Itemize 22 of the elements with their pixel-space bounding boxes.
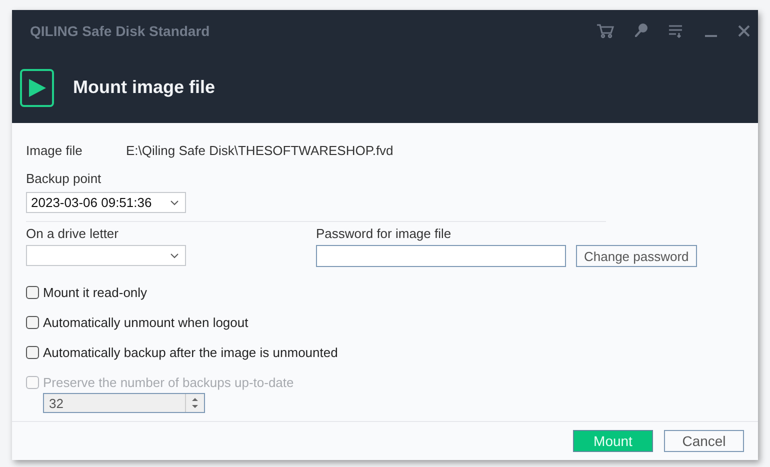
stepper-arrows-icon [190,396,200,410]
field-label: Password for image file [316,226,452,241]
key-icon[interactable] [634,23,648,39]
play-icon [20,68,54,106]
field-label: Backup point [26,171,102,186]
cart-icon[interactable] [596,23,614,39]
checkbox-option[interactable]: Automatically backup after the image is unmounted [26,343,744,361]
checkbox-option[interactable]: Mount it read-only [26,283,744,301]
password-field[interactable] [316,245,566,267]
backup-point-dropdown[interactable]: 2023-03-06 09:51:36 [26,192,186,213]
window-title: QILING Safe Disk Standard [30,23,210,39]
menu-icon[interactable] [668,24,684,38]
chevron-icon [170,200,179,206]
field-label: Image file [26,143,84,158]
checkbox-option[interactable]: Automatically unmount when logout [26,313,744,331]
close-icon[interactable] [738,25,750,37]
file-path: E:\Qiling Safe Disk\THESOFTWARESHOP.fvd [126,143,394,158]
cancel-button[interactable]: Cancel [664,430,744,452]
field-label: On a drive letter [26,226,120,241]
change-password-button[interactable]: Change password [576,245,697,267]
page-title: Mount image file [73,77,216,98]
chevron-icon [170,252,179,258]
